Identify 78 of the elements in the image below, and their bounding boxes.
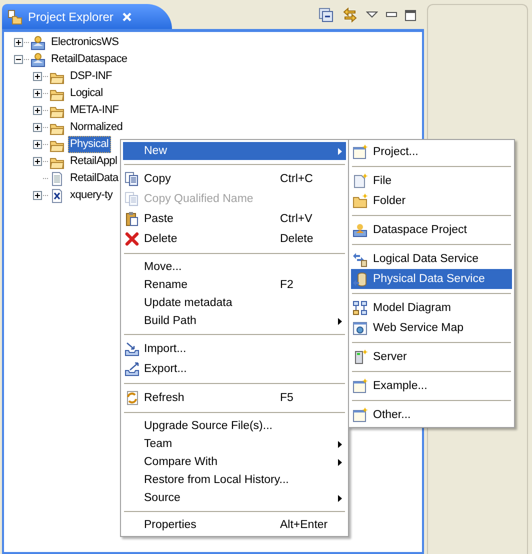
tree-item[interactable]: RetailData bbox=[68, 170, 120, 187]
menu-item[interactable]: Other... bbox=[351, 405, 512, 425]
menu-item[interactable]: Rename F2 bbox=[123, 276, 346, 294]
view-menu-icon[interactable] bbox=[366, 11, 378, 19]
new-window-icon bbox=[352, 144, 368, 160]
menu-item[interactable]: Delete Delete bbox=[123, 229, 346, 249]
folder-tree-icon bbox=[7, 8, 23, 24]
menu-item[interactable]: Build Path bbox=[123, 312, 346, 330]
menu-item[interactable]: Upgrade Source File(s)... bbox=[123, 417, 346, 435]
copy-icon bbox=[124, 171, 140, 187]
diagram-icon bbox=[352, 300, 368, 316]
menu-item[interactable]: Export... bbox=[123, 359, 346, 379]
database-icon bbox=[352, 271, 368, 287]
file-icon bbox=[49, 170, 65, 186]
expand-icon[interactable] bbox=[33, 89, 42, 98]
server-icon bbox=[352, 349, 368, 365]
import-icon bbox=[124, 341, 140, 357]
expand-icon[interactable] bbox=[33, 191, 42, 200]
menu-item[interactable]: Restore from Local History... bbox=[123, 471, 346, 489]
menu-item[interactable]: Properties Alt+Enter bbox=[123, 516, 346, 534]
refresh-icon bbox=[124, 390, 140, 406]
copy-icon bbox=[124, 191, 140, 207]
expand-icon[interactable] bbox=[33, 123, 42, 132]
menu-item[interactable]: Move... bbox=[123, 258, 346, 276]
tree-item[interactable]: ElectronicsWS bbox=[49, 34, 121, 51]
expand-icon[interactable] bbox=[33, 106, 42, 115]
tree-item[interactable]: Physical bbox=[68, 136, 111, 153]
close-icon[interactable] bbox=[122, 12, 132, 22]
menu-item[interactable]: New bbox=[123, 142, 346, 160]
new-window-icon bbox=[352, 407, 368, 423]
tree-item[interactable]: RetailDataspace bbox=[49, 51, 130, 68]
new-window-icon bbox=[352, 378, 368, 394]
link-icon[interactable] bbox=[342, 7, 358, 23]
menu-item[interactable]: File bbox=[351, 171, 512, 191]
project-icon bbox=[30, 52, 46, 68]
tree-item[interactable]: DSP-INF bbox=[68, 68, 114, 85]
new-folder-icon bbox=[352, 193, 368, 209]
map-window-icon bbox=[352, 320, 368, 336]
menu-item[interactable]: Logical Data Service bbox=[351, 249, 512, 269]
delete-icon bbox=[124, 231, 140, 247]
menu-item[interactable]: Dataspace Project bbox=[351, 220, 512, 240]
expand-icon[interactable] bbox=[14, 38, 23, 47]
xquery-file-icon bbox=[49, 188, 65, 204]
minimize-icon[interactable] bbox=[386, 12, 397, 18]
export-icon bbox=[124, 361, 140, 377]
view-title: Project Explorer bbox=[28, 10, 114, 24]
service-icon bbox=[352, 251, 368, 267]
clipboard-icon bbox=[124, 211, 140, 227]
menu-item[interactable]: Server bbox=[351, 347, 512, 367]
menu-item[interactable]: Update metadata bbox=[123, 294, 346, 312]
tree-item[interactable]: Logical bbox=[68, 85, 105, 102]
expand-icon[interactable] bbox=[33, 157, 42, 166]
menu-item[interactable]: Project... bbox=[351, 142, 512, 162]
project-icon bbox=[30, 34, 46, 50]
menu-item[interactable]: Import... bbox=[123, 339, 346, 359]
tree-item[interactable]: RetailAppl bbox=[68, 153, 120, 170]
menu-item[interactable]: Team bbox=[123, 435, 346, 453]
maximize-icon[interactable] bbox=[405, 10, 416, 20]
menu-item[interactable]: Physical Data Service bbox=[351, 269, 512, 289]
expand-icon[interactable] bbox=[33, 140, 42, 149]
collapse-icon[interactable] bbox=[14, 55, 23, 64]
tree-item[interactable]: Normalized bbox=[68, 119, 125, 136]
menu-item[interactable]: Model Diagram bbox=[351, 298, 512, 318]
menu-item[interactable]: Source bbox=[123, 489, 346, 507]
menu-item[interactable]: Example... bbox=[351, 376, 512, 396]
menu-item[interactable]: Web Service Map bbox=[351, 318, 512, 338]
collapse-all-icon[interactable] bbox=[318, 7, 334, 23]
project-icon bbox=[352, 222, 368, 238]
menu-item[interactable]: Paste Ctrl+V bbox=[123, 209, 346, 229]
tree-item[interactable]: xquery-ty bbox=[68, 187, 115, 204]
menu-item[interactable]: Refresh F5 bbox=[123, 388, 346, 408]
tree-item[interactable]: META-INF bbox=[68, 102, 121, 119]
menu-item[interactable]: Folder bbox=[351, 191, 512, 211]
view-tab[interactable]: Project Explorer bbox=[2, 4, 172, 29]
expand-icon[interactable] bbox=[33, 72, 42, 81]
new-file-icon bbox=[352, 173, 368, 189]
menu-item[interactable]: Compare With bbox=[123, 453, 346, 471]
menu-item[interactable]: Copy Ctrl+C bbox=[123, 169, 346, 189]
